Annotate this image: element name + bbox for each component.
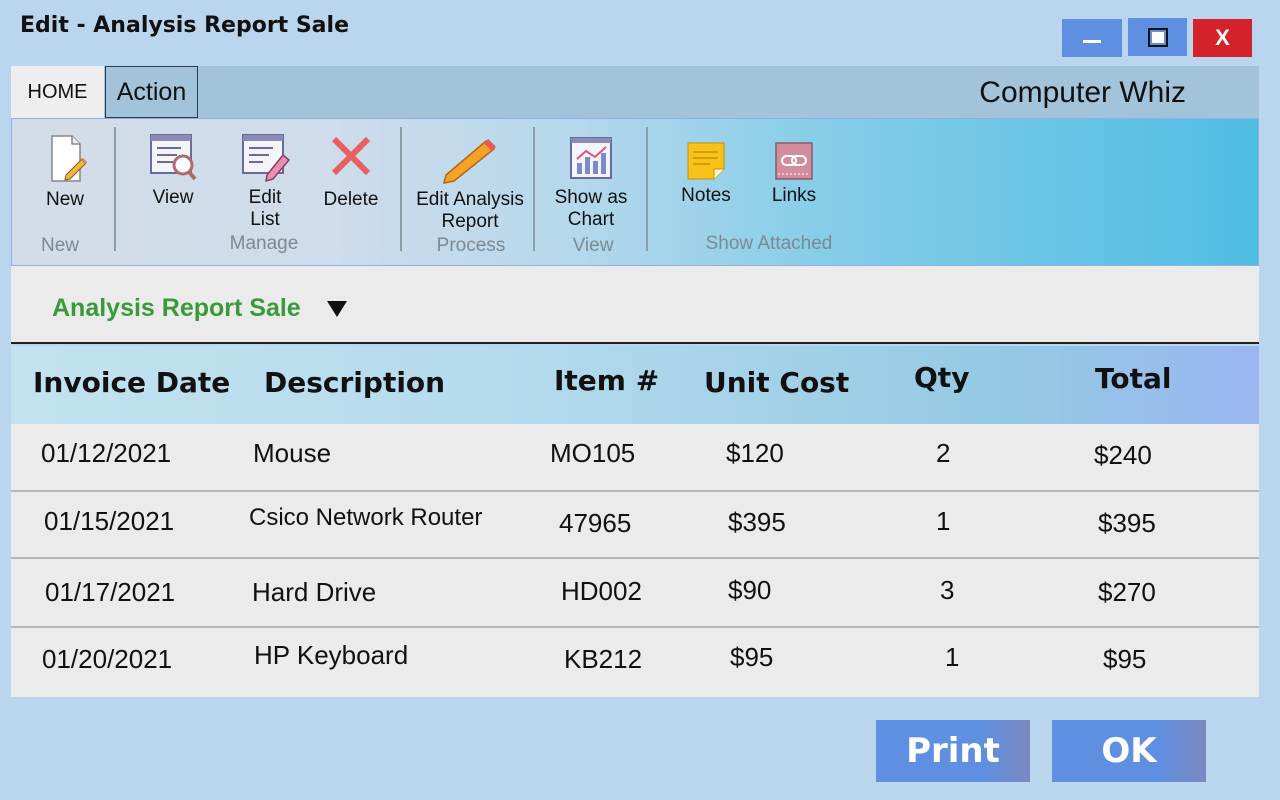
group-label-view: View <box>572 235 614 256</box>
cell-invoice-date: 01/15/2021 <box>44 506 175 536</box>
group-label-show-attached: Show Attached <box>705 233 833 254</box>
group-label-process: Process <box>436 235 506 256</box>
close-button[interactable]: X <box>1193 19 1252 57</box>
column-header-invoice-date[interactable]: Invoice Date <box>33 366 230 399</box>
link-icon <box>775 142 813 180</box>
new-document-icon <box>51 135 88 182</box>
table-row[interactable]: 01/15/2021 Csico Network Router 47965 $3… <box>11 491 1259 559</box>
print-button[interactable]: Print <box>876 720 1030 782</box>
column-header-unit-cost[interactable]: Unit Cost <box>704 366 849 399</box>
column-header-qty[interactable]: Qty <box>914 361 969 394</box>
delete-button[interactable]: Delete <box>317 131 385 211</box>
group-label-new: New <box>40 235 79 256</box>
report-selector: Analysis Report Sale <box>11 266 1259 344</box>
ribbon-divider <box>533 127 535 251</box>
dropdown-arrow-icon[interactable] <box>327 301 347 317</box>
cell-description: Csico Network Router <box>249 504 483 531</box>
chart-icon <box>570 137 612 179</box>
minimize-button[interactable] <box>1062 19 1122 57</box>
pencil-icon <box>442 138 497 184</box>
delete-label: Delete <box>323 189 379 210</box>
ribbon-divider <box>400 127 402 251</box>
edit-list-label: Edit List <box>248 187 282 230</box>
cell-unit-cost: $395 <box>728 507 786 537</box>
edit-list-button[interactable]: Edit List <box>233 131 297 231</box>
edit-list-icon <box>242 134 291 183</box>
new-label: New <box>45 189 84 210</box>
cell-unit-cost: $95 <box>730 642 774 672</box>
cell-invoice-date: 01/20/2021 <box>42 644 173 674</box>
table-row[interactable]: 01/17/2021 Hard Drive HD002 $90 3 $270 <box>11 560 1259 628</box>
company-name: Computer Whiz <box>979 76 1186 109</box>
sticky-note-icon <box>687 142 725 180</box>
group-label-manage: Manage <box>229 233 299 254</box>
cell-invoice-date: 01/12/2021 <box>41 438 172 468</box>
ribbon-toolbar: New New View Edit List Delete Manage Edi… <box>11 118 1259 266</box>
show-as-chart-label: Show as Chart <box>554 187 628 230</box>
table-body: 01/12/2021 Mouse MO105 $120 2 $240 01/15… <box>11 424 1259 697</box>
cell-invoice-date: 01/17/2021 <box>45 577 176 607</box>
tab-action[interactable]: Action <box>105 66 198 118</box>
cell-total: $240 <box>1094 440 1152 470</box>
cell-item-number: KB212 <box>564 644 643 674</box>
new-button[interactable]: New <box>32 133 98 211</box>
view-button[interactable]: View <box>143 131 203 209</box>
table-row[interactable]: 01/12/2021 Mouse MO105 $120 2 $240 <box>11 424 1259 492</box>
column-header-item-number[interactable]: Item # <box>554 364 659 397</box>
report-selector-value[interactable]: Analysis Report Sale <box>52 294 301 323</box>
cell-description: Mouse <box>253 438 332 468</box>
cell-item-number: MO105 <box>550 438 636 468</box>
cell-item-number: HD002 <box>561 576 642 606</box>
cell-qty: 1 <box>936 506 951 536</box>
cell-description: Hard Drive <box>252 577 377 607</box>
minimize-icon <box>1083 39 1101 43</box>
cell-description: HP Keyboard <box>254 640 409 670</box>
cell-total: $395 <box>1098 508 1156 538</box>
view-list-icon <box>150 134 197 181</box>
cell-unit-cost: $120 <box>726 438 784 468</box>
window-title: Edit - Analysis Report Sale <box>20 13 349 38</box>
cell-unit-cost: $90 <box>728 575 772 605</box>
table-row[interactable]: 01/20/2021 HP Keyboard KB212 $95 1 $95 <box>11 629 1259 697</box>
maximize-icon <box>1147 27 1168 47</box>
column-header-total[interactable]: Total <box>1095 362 1172 395</box>
notes-button[interactable]: Notes <box>674 141 738 207</box>
notes-label: Notes <box>681 185 731 206</box>
cell-total: $270 <box>1098 577 1156 607</box>
ribbon-divider <box>114 127 116 251</box>
table-header: Invoice Date Description Item # Unit Cos… <box>11 346 1259 424</box>
tab-bar: HOME Action Computer Whiz <box>11 66 1259 118</box>
edit-analysis-report-button[interactable]: Edit Analysis Report <box>410 133 530 233</box>
links-button[interactable]: Links <box>762 141 826 207</box>
delete-x-icon <box>331 136 371 176</box>
column-header-description[interactable]: Description <box>264 366 445 399</box>
cell-qty: 2 <box>936 438 951 468</box>
tab-home[interactable]: HOME <box>11 66 104 118</box>
cell-qty: 1 <box>945 642 960 672</box>
ribbon-divider <box>646 127 648 251</box>
cell-qty: 3 <box>940 575 955 605</box>
cell-total: $95 <box>1103 644 1147 674</box>
cell-item-number: 47965 <box>559 508 632 538</box>
maximize-button[interactable] <box>1128 18 1187 56</box>
edit-analysis-report-label: Edit Analysis Report <box>416 189 524 232</box>
links-label: Links <box>771 185 817 206</box>
view-label: View <box>152 187 194 208</box>
show-as-chart-button[interactable]: Show as Chart <box>549 135 633 231</box>
ok-button[interactable]: OK <box>1052 720 1206 782</box>
